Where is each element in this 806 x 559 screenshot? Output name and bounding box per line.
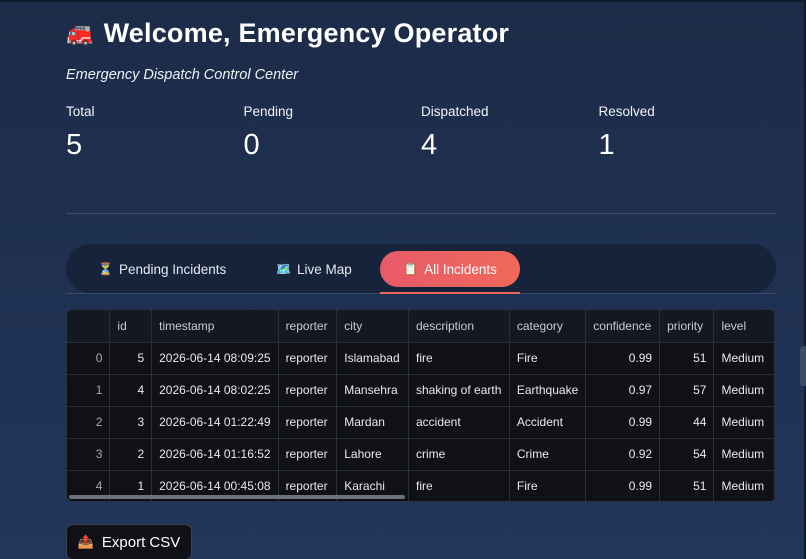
tab-live-map[interactable]: 🗺️ Live Map	[258, 251, 370, 287]
cell-id: 3	[109, 406, 153, 439]
cell-description: accident	[408, 406, 510, 439]
cell-reporter: reporter	[278, 406, 338, 439]
top-border	[0, 0, 806, 2]
page-title: 🚒 Welcome, Emergency Operator	[66, 18, 509, 49]
column-header-city[interactable]: city	[336, 310, 409, 343]
column-header-id[interactable]: id	[109, 310, 153, 343]
cell-timestamp: 2026-06-14 01:22:49	[151, 406, 279, 439]
export-csv-label: Export CSV	[101, 533, 181, 551]
tab-label: Live Map	[296, 261, 352, 277]
column-header-priority[interactable]: priority	[659, 310, 715, 343]
row-index: 3	[67, 438, 111, 471]
column-header-level[interactable]: level	[713, 310, 775, 343]
row-index: 2	[67, 406, 111, 439]
cell-reporter: reporter	[278, 374, 338, 407]
column-header-description[interactable]: description	[408, 310, 510, 343]
cell-id: 5	[109, 342, 153, 375]
cell-timestamp: 2026-06-14 01:16:52	[151, 438, 279, 471]
cell-category: Crime	[509, 438, 587, 471]
table-row[interactable]: 2 3 2026-06-14 01:22:49 reporter Mardan …	[67, 406, 775, 439]
cell-category: Earthquake	[509, 374, 587, 407]
page-subtitle: Emergency Dispatch Control Center	[66, 67, 299, 83]
tab-pending-incidents[interactable]: ⏳ Pending Incidents	[80, 251, 244, 287]
table-row[interactable]: 1 4 2026-06-14 08:02:25 reporter Mansehr…	[67, 374, 775, 407]
clipboard-icon: 📋	[403, 262, 419, 276]
cell-confidence: 0.99	[585, 470, 661, 501]
metric-label: Resolved	[598, 104, 655, 119]
cell-id: 2	[109, 438, 153, 471]
cell-level: Medium	[713, 406, 775, 439]
cell-level: Medium	[713, 374, 775, 407]
cell-description: crime	[408, 438, 510, 471]
metric-value: 4	[421, 129, 438, 161]
metric-value: 5	[66, 129, 83, 161]
cell-category: Accident	[509, 406, 587, 439]
row-index: 1	[67, 374, 111, 407]
metric-pending: Pending 0	[244, 104, 422, 162]
metric-label: Total	[66, 104, 95, 119]
cell-confidence: 0.92	[585, 438, 661, 471]
row-index: 0	[67, 342, 111, 375]
horizontal-scrollbar[interactable]	[69, 495, 405, 499]
cell-priority: 51	[659, 470, 715, 501]
app-page: 🚒 Welcome, Emergency Operator Emergency …	[0, 0, 806, 559]
export-csv-button[interactable]: 📤 Export CSV	[66, 524, 192, 559]
cell-city: Lahore	[336, 438, 409, 471]
sidebar-expand-handle[interactable]	[800, 346, 806, 386]
cell-reporter: reporter	[278, 438, 338, 471]
incidents-table[interactable]: id timestamp reporter city description c…	[66, 309, 776, 502]
cell-confidence: 0.99	[585, 342, 661, 375]
cell-city: Islamabad	[336, 342, 409, 375]
cell-city: Mansehra	[336, 374, 409, 407]
cell-reporter: reporter	[278, 342, 338, 375]
metric-value: 0	[243, 129, 260, 161]
cell-priority: 57	[659, 374, 715, 407]
metric-label: Pending	[243, 104, 294, 119]
tab-bar: ⏳ Pending Incidents 🗺️ Live Map 📋 All In…	[66, 244, 776, 293]
page-title-text: Welcome, Emergency Operator	[103, 18, 510, 48]
data-grid: id timestamp reporter city description c…	[67, 310, 775, 501]
cell-category: Fire	[509, 470, 587, 501]
cell-level: Medium	[713, 438, 775, 471]
cell-description: shaking of earth	[408, 374, 510, 407]
cell-description: fire	[408, 470, 510, 501]
tab-label: Pending Incidents	[118, 261, 227, 277]
column-header-category[interactable]: category	[509, 310, 587, 343]
active-tab-indicator	[380, 292, 520, 294]
outbox-tray-icon: 📤	[77, 534, 94, 549]
table-row[interactable]: 3 2 2026-06-14 01:16:52 reporter Lahore …	[67, 438, 775, 471]
metric-total: Total 5	[66, 104, 244, 162]
fire-engine-icon: 🚒	[66, 20, 94, 46]
cell-priority: 54	[659, 438, 715, 471]
column-header-reporter[interactable]: reporter	[278, 310, 338, 343]
tab-label: All Incidents	[424, 261, 497, 277]
table-header-row: id timestamp reporter city description c…	[67, 310, 775, 343]
metric-value: 1	[598, 129, 615, 161]
cell-confidence: 0.97	[585, 374, 661, 407]
section-divider	[66, 213, 776, 214]
tab-all-incidents[interactable]: 📋 All Incidents	[380, 251, 520, 287]
cell-timestamp: 2026-06-14 08:09:25	[151, 342, 279, 375]
metric-dispatched: Dispatched 4	[421, 104, 599, 162]
metric-label: Dispatched	[421, 104, 489, 119]
column-header-timestamp[interactable]: timestamp	[151, 310, 279, 343]
cell-id: 4	[109, 374, 153, 407]
cell-level: Medium	[713, 342, 775, 375]
table-row[interactable]: 0 5 2026-06-14 08:09:25 reporter Islamab…	[67, 342, 775, 375]
cell-priority: 51	[659, 342, 715, 375]
column-header-confidence[interactable]: confidence	[585, 310, 661, 343]
cell-priority: 44	[659, 406, 715, 439]
cell-city: Mardan	[336, 406, 409, 439]
cell-category: Fire	[509, 342, 587, 375]
metrics-row: Total 5 Pending 0 Dispatched 4 Resolved …	[66, 104, 776, 162]
cell-level: Medium	[713, 470, 775, 501]
cell-timestamp: 2026-06-14 08:02:25	[151, 374, 279, 407]
column-header-index[interactable]	[67, 310, 111, 343]
hourglass-icon: ⏳	[98, 262, 113, 276]
cell-description: fire	[408, 342, 510, 375]
map-icon: 🗺️	[276, 262, 291, 276]
cell-confidence: 0.99	[585, 406, 661, 439]
metric-resolved: Resolved 1	[599, 104, 777, 162]
